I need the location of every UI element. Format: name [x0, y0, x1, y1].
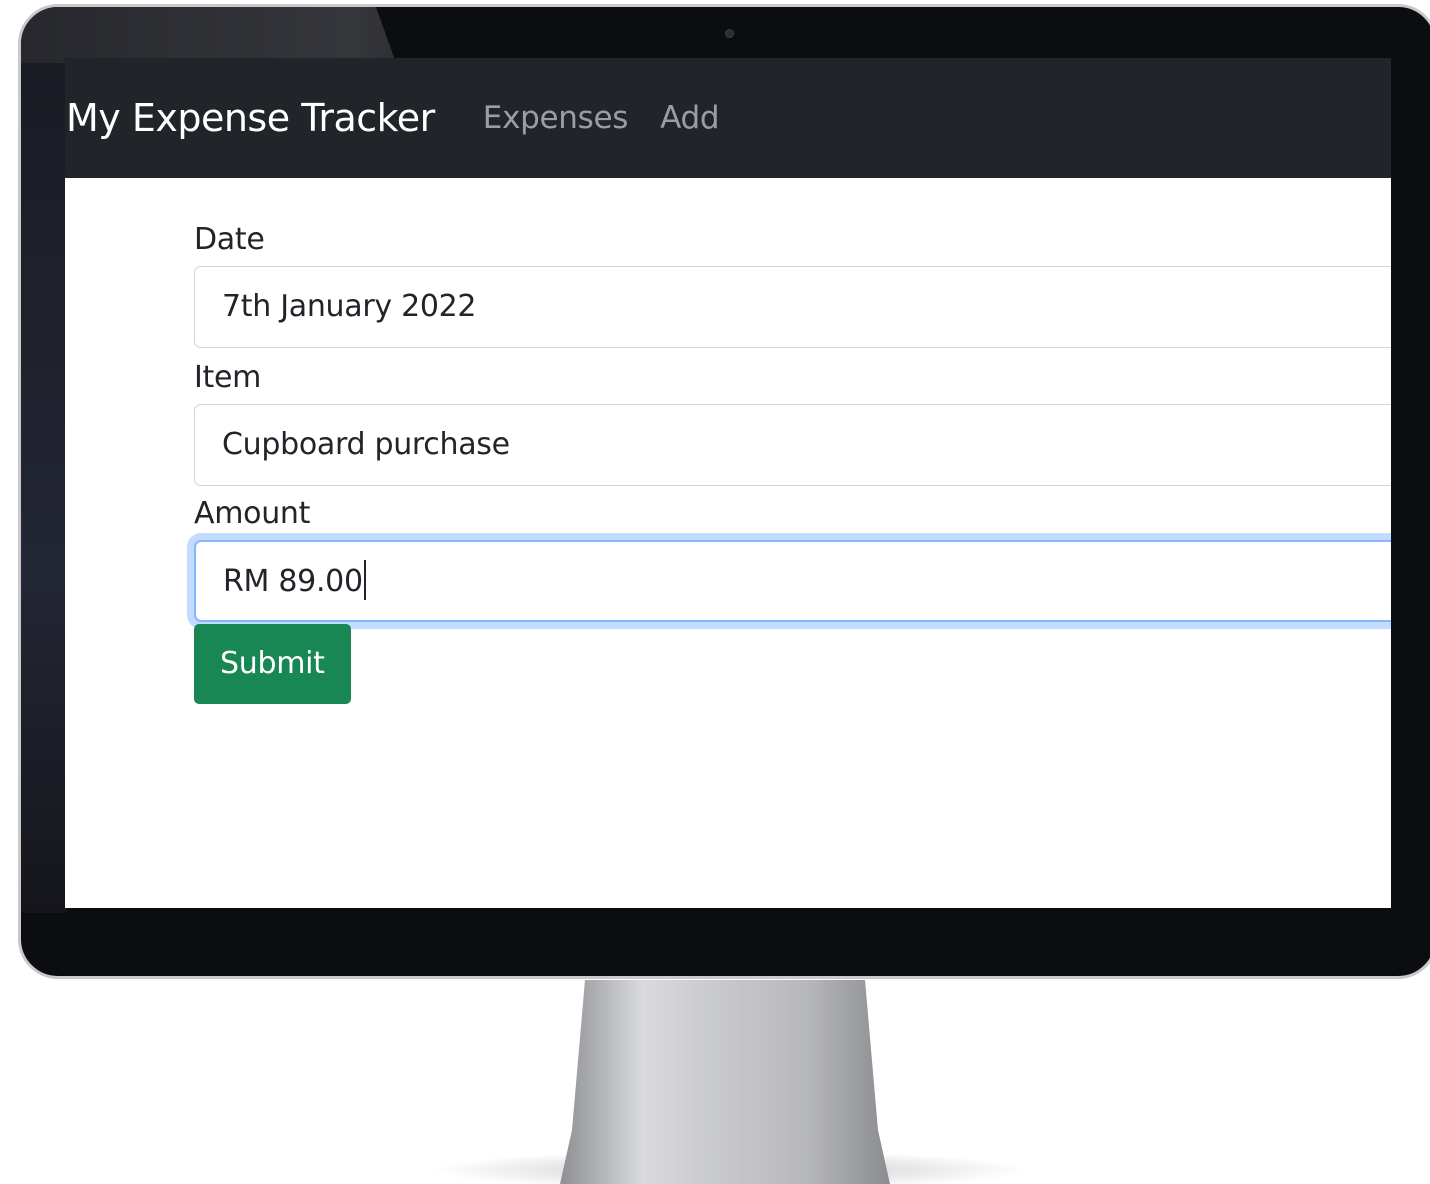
date-field-value: 7th January 2022: [222, 289, 477, 324]
date-field[interactable]: 7th January 2022: [194, 266, 1391, 348]
webcam-icon: [725, 29, 734, 38]
amount-field-value: RM 89.00: [223, 564, 363, 599]
monitor-stand: [560, 980, 890, 1184]
amount-field[interactable]: RM 89.00: [194, 540, 1391, 622]
date-label: Date: [194, 222, 265, 257]
item-field-value: Cupboard purchase: [222, 427, 510, 462]
submit-button[interactable]: Submit: [194, 624, 351, 704]
item-label: Item: [194, 360, 262, 395]
navbar-brand[interactable]: My Expense Tracker: [66, 96, 435, 140]
bezel-glare: [21, 7, 396, 63]
amount-label: Amount: [194, 496, 311, 531]
nav-link-expenses[interactable]: Expenses: [483, 100, 629, 136]
item-field[interactable]: Cupboard purchase: [194, 404, 1391, 486]
add-expense-form: Date 7th January 2022 Item Cupboard purc…: [194, 218, 1391, 704]
text-caret: [363, 559, 366, 600]
navbar: My Expense Tracker Expenses Add: [65, 58, 1391, 178]
bezel-reflection: [21, 63, 67, 913]
app-screen: My Expense Tracker Expenses Add Date 7th…: [65, 58, 1391, 908]
nav-link-add[interactable]: Add: [660, 100, 719, 136]
